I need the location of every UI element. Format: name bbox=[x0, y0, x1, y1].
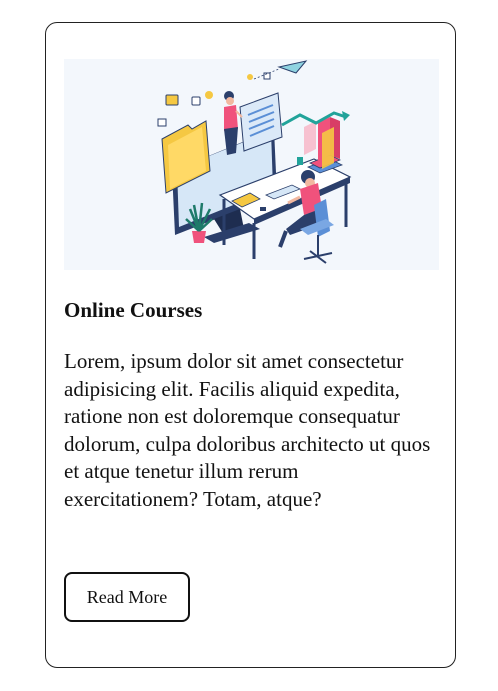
card-title: Online Courses bbox=[64, 298, 203, 322]
course-card: Online Courses Lorem, ipsum dolor sit am… bbox=[45, 22, 456, 668]
card-description: Lorem, ipsum dolor sit amet consectetur … bbox=[64, 349, 431, 511]
course-illustration bbox=[64, 59, 439, 270]
read-more-button[interactable]: Read More bbox=[64, 572, 190, 622]
